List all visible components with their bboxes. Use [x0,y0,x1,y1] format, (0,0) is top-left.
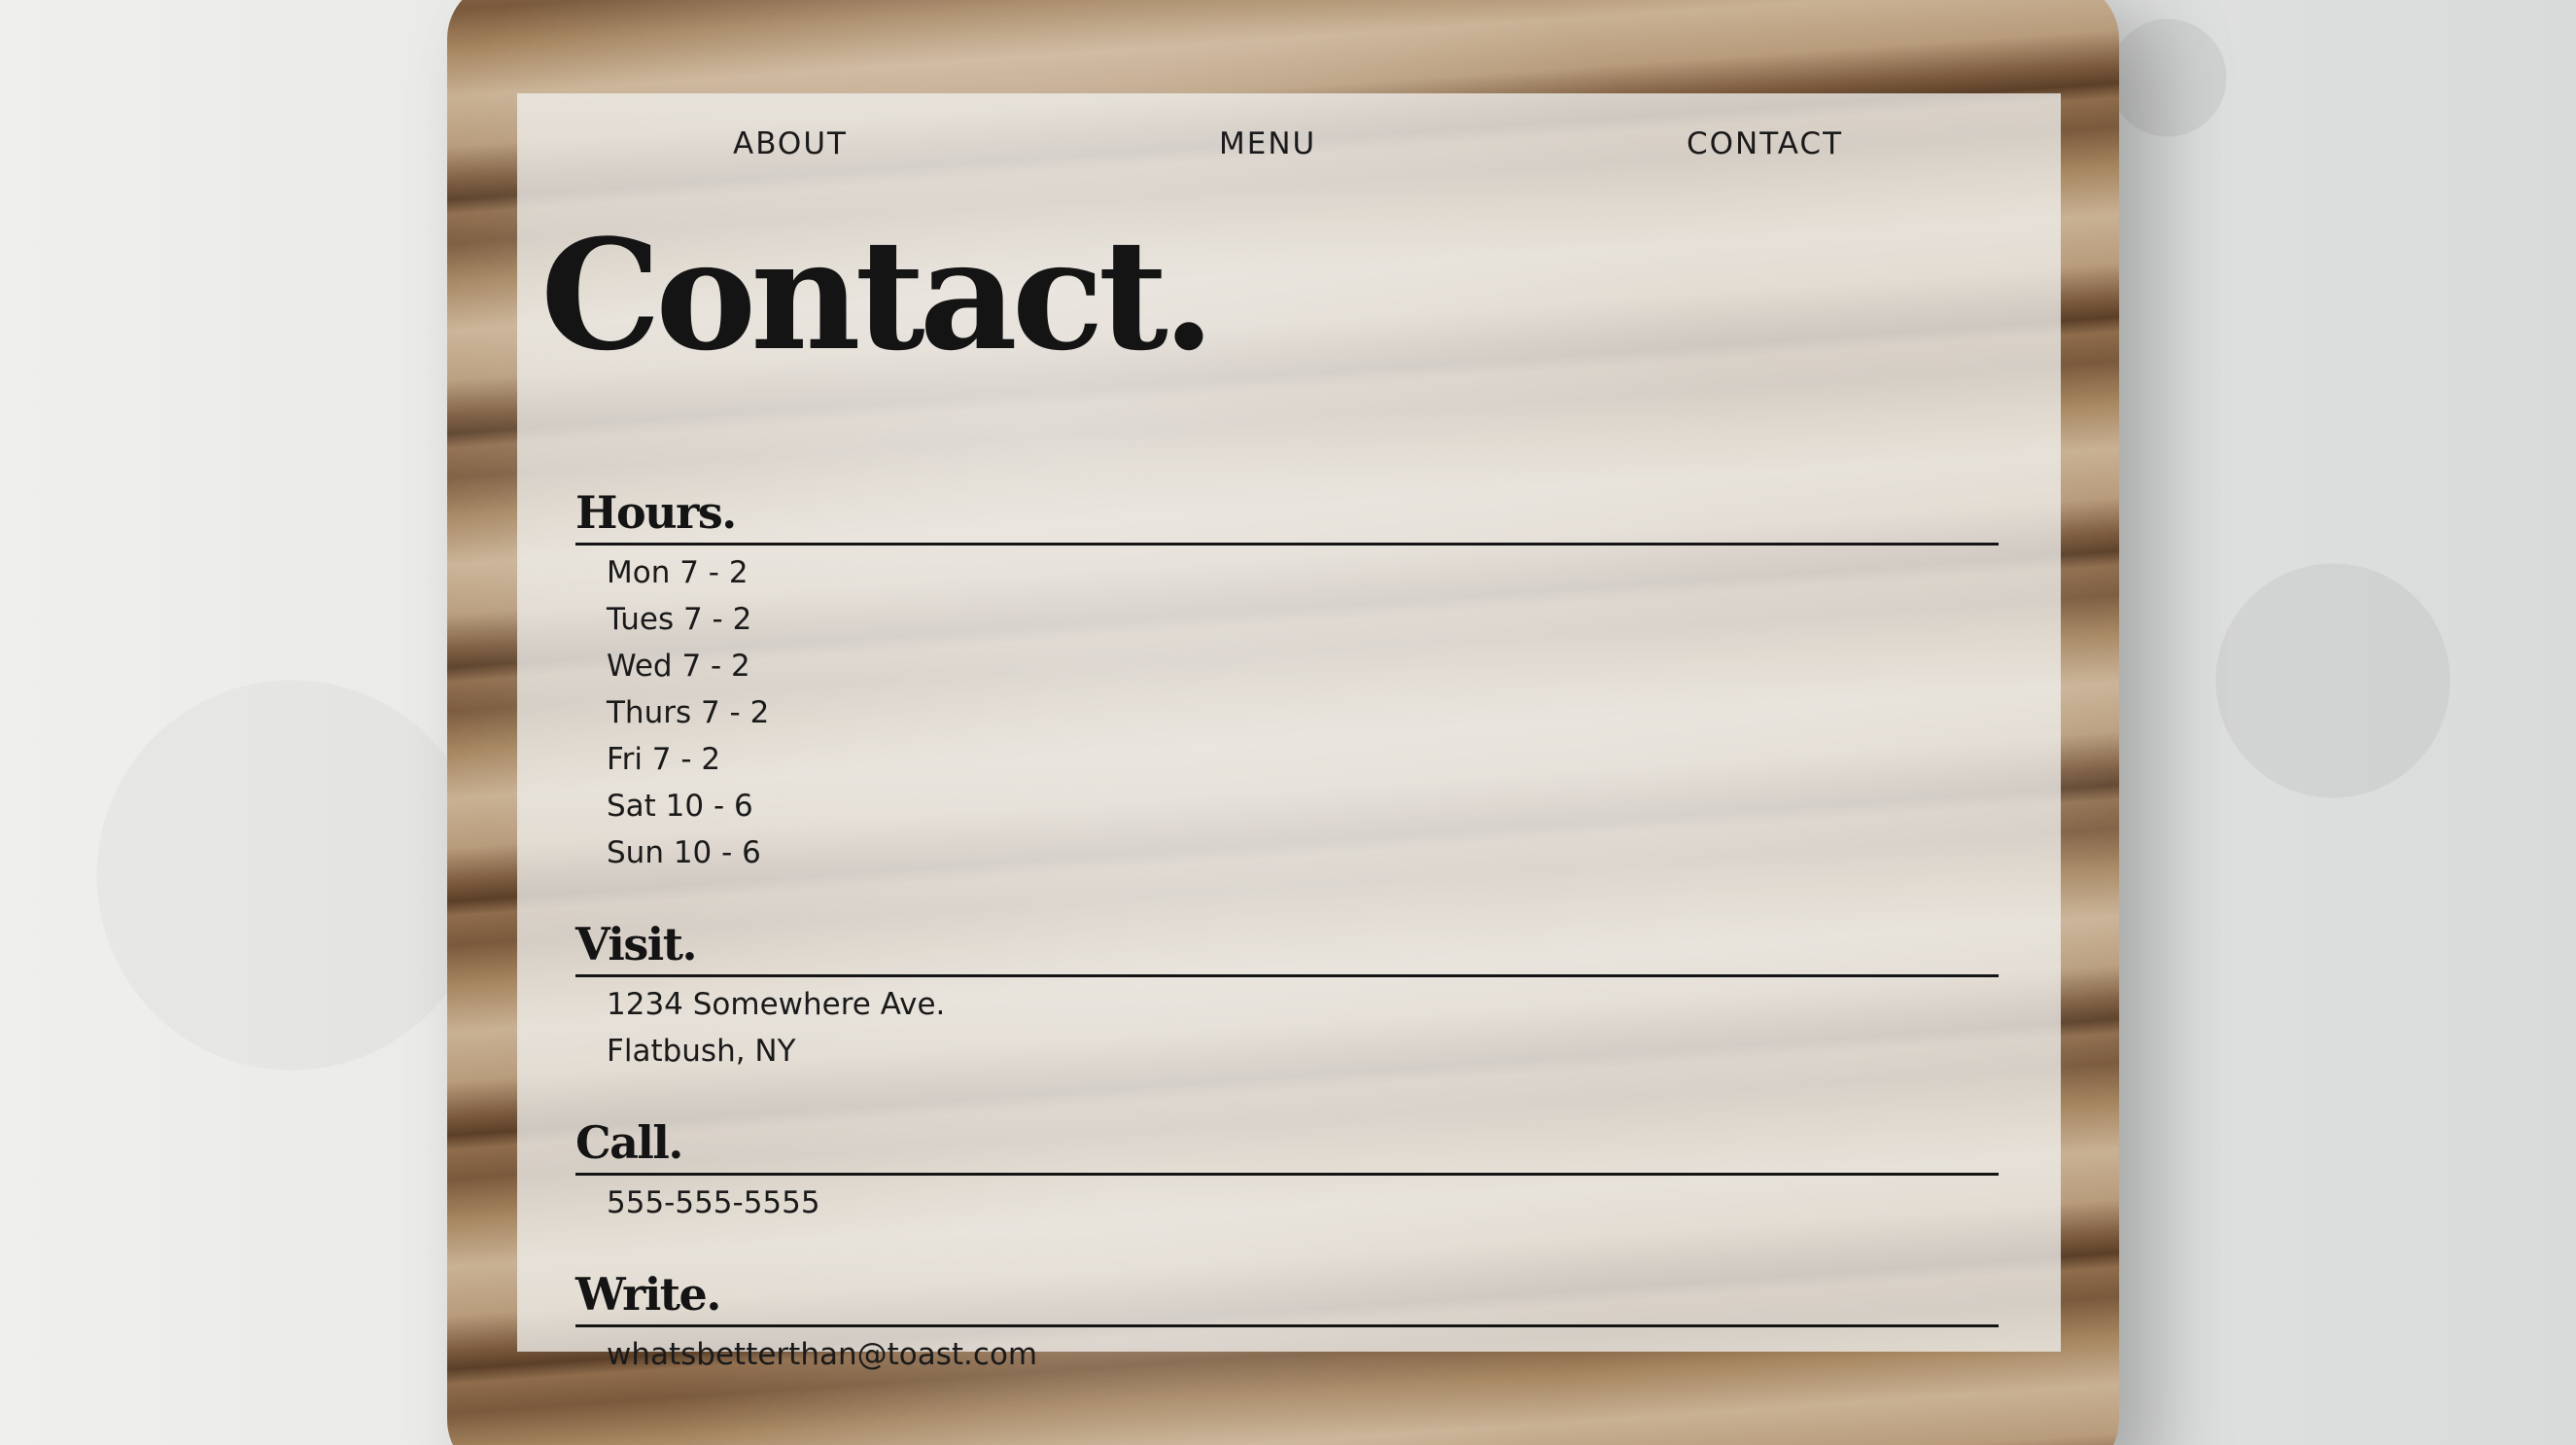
hours-item-sat: Sat 10 - 6 [607,789,753,824]
address-street: 1234 Somewhere Ave. [607,987,946,1022]
hours-item-thurs: Thurs 7 - 2 [607,695,770,730]
hours-item-mon: Mon 7 - 2 [607,555,748,590]
hours-item-fri: Fri 7 - 2 [607,742,721,777]
email-address[interactable]: whatsbetterthan@toast.com [607,1331,1999,1378]
hours-item-tues: Tues 7 - 2 [607,602,752,637]
page-title: Contact. [540,206,1215,384]
nav-menu-link[interactable]: MENU [1219,126,1316,161]
email-list: whatsbetterthan@toast.com [575,1327,1999,1378]
hours-heading: Hours. [575,486,1999,546]
address-list: 1234 Somewhere Ave. Flatbush, NY [575,977,1999,1075]
nav-about-link[interactable]: ABOUT [733,126,848,161]
hours-section: Hours. Mon 7 - 2 Tues 7 - 2 Wed 7 - 2 Th… [575,486,1999,876]
hours-item-wed: Wed 7 - 2 [607,649,750,684]
write-heading: Write. [575,1268,1999,1327]
phone-list: 555-555-5555 [575,1176,1999,1226]
phone-number[interactable]: 555-555-5555 [607,1180,1999,1226]
call-section: Call. 555-555-5555 [575,1116,1999,1226]
visit-heading: Visit. [575,918,1999,977]
content-panel: ABOUT MENU CONTACT Contact. Hours. Mon 7… [517,93,2061,1372]
nav-contact-link[interactable]: CONTACT [1687,126,1843,161]
top-nav: ABOUT MENU CONTACT [517,93,2061,200]
address-city: Flatbush, NY [607,1034,796,1069]
call-heading: Call. [575,1116,1999,1176]
hours-item-sun: Sun 10 - 6 [607,835,761,870]
hours-list: Mon 7 - 2 Tues 7 - 2 Wed 7 - 2 Thurs 7 -… [575,546,1999,876]
write-section: Write. whatsbetterthan@toast.com [575,1268,1999,1378]
visit-section: Visit. 1234 Somewhere Ave. Flatbush, NY [575,918,1999,1075]
